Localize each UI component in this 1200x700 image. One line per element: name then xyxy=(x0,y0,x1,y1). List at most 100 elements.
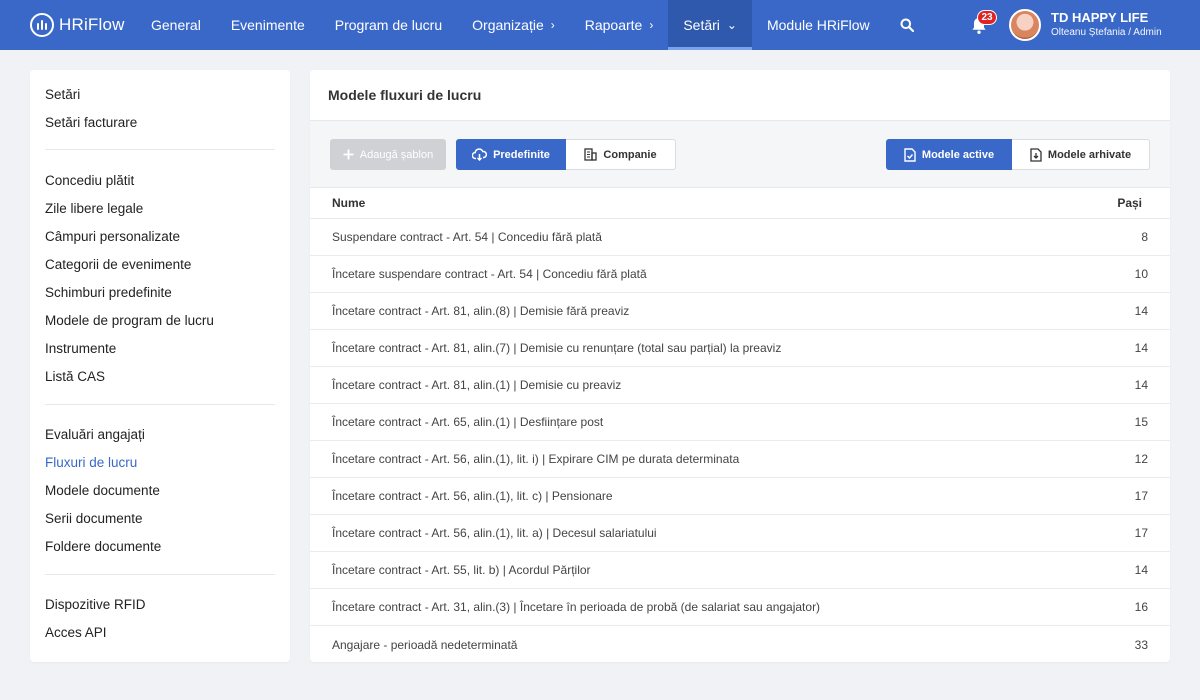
workflow-steps: 14 xyxy=(1134,563,1148,577)
nav-item-1[interactable]: Evenimente xyxy=(216,0,320,50)
sidebar-divider xyxy=(45,574,275,575)
sidebar-item[interactable]: Modele documente xyxy=(45,480,275,508)
table-header: Nume Pași xyxy=(310,188,1170,219)
workflow-name: Încetare contract - Art. 55, lit. b) | A… xyxy=(332,563,591,577)
sidebar-item[interactable]: Setări xyxy=(45,84,275,112)
user-avatar[interactable] xyxy=(1009,9,1041,41)
sidebar-item[interactable]: Serii documente xyxy=(45,508,275,536)
company-name: TD HAPPY LIFE xyxy=(1051,10,1149,25)
sidebar-item[interactable]: Acces API xyxy=(45,622,275,650)
sidebar-item[interactable]: Modele de program de lucru xyxy=(45,310,275,338)
workflow-name: Încetare suspendare contract - Art. 54 |… xyxy=(332,267,647,281)
table-row[interactable]: Suspendare contract - Art. 54 | Concediu… xyxy=(310,219,1170,256)
workflow-name: Încetare contract - Art. 56, alin.(1), l… xyxy=(332,526,657,540)
column-header-steps[interactable]: Pași xyxy=(1082,196,1142,210)
sidebar-item[interactable]: Setări facturare xyxy=(45,112,275,140)
sidebar-item[interactable]: Dispozitive RFID xyxy=(45,594,275,622)
sidebar-item[interactable]: Fluxuri de lucru xyxy=(45,452,275,480)
sidebar-divider xyxy=(45,404,275,405)
sidebar-item[interactable]: Schimburi predefinite xyxy=(45,282,275,310)
workflow-name: Încetare contract - Art. 81, alin.(8) | … xyxy=(332,304,630,318)
nav-item-label: Organizație xyxy=(472,17,544,33)
nav-item-5[interactable]: Setări ⌄ xyxy=(668,0,752,50)
table-row[interactable]: Angajare - perioadă nedeterminată 33 xyxy=(310,626,1170,662)
table-row[interactable]: Încetare contract - Art. 81, alin.(7) | … xyxy=(310,330,1170,367)
search-icon xyxy=(900,18,914,32)
workflow-name: Încetare contract - Art. 81, alin.(1) | … xyxy=(332,378,622,392)
nav-item-label: Evenimente xyxy=(230,17,305,33)
workflow-steps: 14 xyxy=(1134,341,1148,355)
predefined-toggle[interactable]: Predefinite xyxy=(456,139,566,170)
workflow-steps: 17 xyxy=(1134,489,1148,503)
main-nav: General Evenimente Program de lucru Organiz… xyxy=(136,0,885,50)
workflow-name: Încetare contract - Art. 31, alin.(3) | … xyxy=(332,600,821,614)
workflow-steps: 8 xyxy=(1141,230,1148,244)
document-download-icon xyxy=(1030,147,1042,162)
chevron-down-icon: ⌄ xyxy=(726,18,737,32)
workflow-name: Încetare contract - Art. 65, alin.(1) | … xyxy=(332,415,604,429)
workflow-name: Încetare contract - Art. 81, alin.(7) | … xyxy=(332,341,782,355)
nav-item-0[interactable]: General xyxy=(136,0,216,50)
document-check-icon xyxy=(904,147,916,162)
workflow-steps: 14 xyxy=(1134,304,1148,318)
archived-models-toggle[interactable]: Modele arhivate xyxy=(1012,139,1150,170)
toolbar: Adaugă șablon Predefinite Companie Model… xyxy=(310,121,1170,188)
table-row[interactable]: Încetare contract - Art. 81, alin.(8) | … xyxy=(310,293,1170,330)
sidebar-item[interactable]: Câmpuri personalizate xyxy=(45,226,275,254)
workflow-name: Încetare contract - Art. 56, alin.(1), l… xyxy=(332,489,613,503)
cloud-download-icon xyxy=(472,148,488,161)
company-toggle[interactable]: Companie xyxy=(566,139,676,170)
table-row[interactable]: Încetare contract - Art. 56, alin.(1), l… xyxy=(310,478,1170,515)
workflow-steps: 33 xyxy=(1134,637,1148,652)
user-name-role: Olteanu Ștefania / Admin xyxy=(1051,27,1162,38)
nav-item-6[interactable]: Module HRiFlow xyxy=(752,0,885,50)
sidebar-item[interactable]: Foldere documente xyxy=(45,536,275,564)
nav-item-label: Setări xyxy=(683,17,720,33)
workflow-name: Suspendare contract - Art. 54 | Concediu… xyxy=(332,230,602,244)
workflow-steps: 10 xyxy=(1134,267,1148,281)
add-template-button[interactable]: Adaugă șablon xyxy=(330,139,446,170)
workflow-steps: 16 xyxy=(1134,600,1148,614)
workflow-steps: 15 xyxy=(1134,415,1148,429)
workflow-name: Încetare contract - Art. 56, alin.(1), l… xyxy=(332,452,740,466)
company-label: Companie xyxy=(603,148,657,161)
table-row[interactable]: Încetare contract - Art. 55, lit. b) | A… xyxy=(310,552,1170,589)
notification-count-badge: 23 xyxy=(977,10,997,25)
table-row[interactable]: Încetare contract - Art. 56, alin.(1), l… xyxy=(310,515,1170,552)
table-row[interactable]: Încetare contract - Art. 81, alin.(1) | … xyxy=(310,367,1170,404)
nav-item-label: Rapoarte xyxy=(584,17,643,33)
table-row[interactable]: Încetare contract - Art. 31, alin.(3) | … xyxy=(310,589,1170,626)
chevron-right-icon: › xyxy=(550,18,555,32)
search-button[interactable] xyxy=(887,0,927,50)
nav-item-label: Program de lucru xyxy=(334,17,443,33)
nav-item-4[interactable]: Rapoarte › xyxy=(570,0,669,50)
column-header-name[interactable]: Nume xyxy=(332,196,1082,210)
table-body: Suspendare contract - Art. 54 | Concediu… xyxy=(310,219,1170,662)
nav-item-3[interactable]: Organizație › xyxy=(457,0,570,50)
workflow-models-card: Modele fluxuri de lucru Adaugă șablon Pr… xyxy=(310,70,1170,662)
sidebar-item[interactable]: Concediu plătit xyxy=(45,170,275,198)
workflow-steps: 14 xyxy=(1134,378,1148,392)
settings-sidebar: Setări Setări facturare Concediu plătit Zil… xyxy=(30,70,290,662)
add-template-label: Adaugă șablon xyxy=(359,148,434,161)
sidebar-item[interactable]: Instrumente xyxy=(45,338,275,366)
sidebar-item[interactable]: Zile libere legale xyxy=(45,198,275,226)
table-row[interactable]: Încetare suspendare contract - Art. 54 |… xyxy=(310,256,1170,293)
hriflow-logo-icon xyxy=(30,13,54,37)
sidebar-item[interactable]: Categorii de evenimente xyxy=(45,254,275,282)
workflow-steps: 17 xyxy=(1134,526,1148,540)
plus-icon xyxy=(343,149,354,160)
nav-item-label: General xyxy=(151,17,201,33)
logo[interactable]: HRiFlow xyxy=(0,0,136,50)
sidebar-divider xyxy=(45,149,275,150)
user-menu[interactable]: TD HAPPY LIFE Olteanu Ștefania / Admin xyxy=(1051,10,1162,40)
nav-item-2[interactable]: Program de lucru xyxy=(320,0,457,50)
predefined-label: Predefinite xyxy=(493,148,550,161)
sidebar-item[interactable]: Listă CAS xyxy=(45,366,275,394)
archived-models-label: Modele arhivate xyxy=(1047,148,1132,161)
sidebar-item[interactable]: Evaluări angajați xyxy=(45,424,275,452)
page-title: Modele fluxuri de lucru xyxy=(310,70,1170,121)
active-models-toggle[interactable]: Modele active xyxy=(886,139,1012,170)
table-row[interactable]: Încetare contract - Art. 65, alin.(1) | … xyxy=(310,404,1170,441)
table-row[interactable]: Încetare contract - Art. 56, alin.(1), l… xyxy=(310,441,1170,478)
